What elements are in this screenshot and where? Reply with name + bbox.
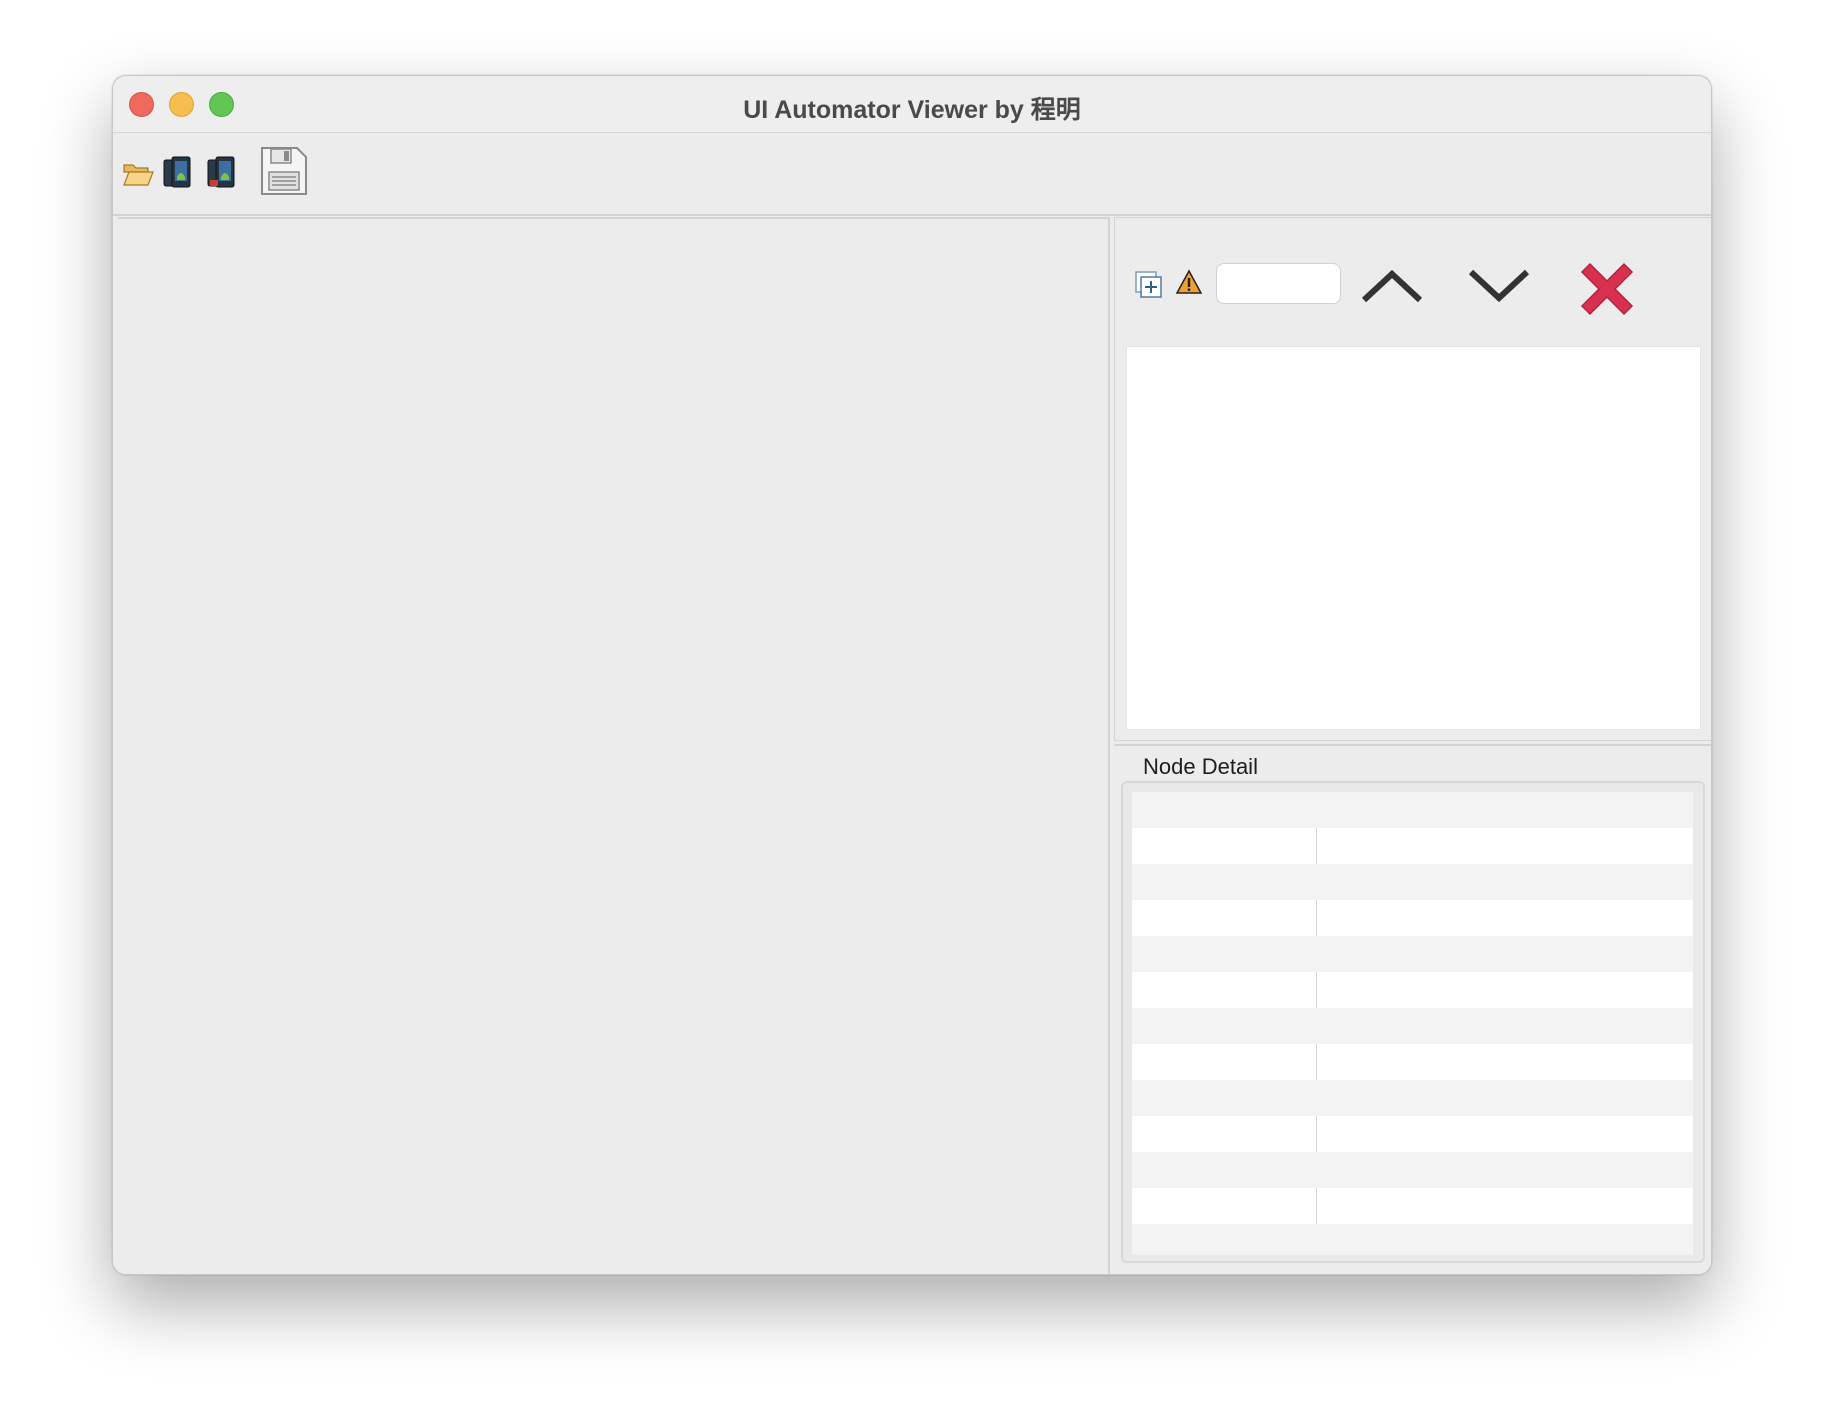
table-row[interactable] (1132, 1116, 1693, 1152)
table-row[interactable] (1132, 900, 1693, 936)
clear-x-icon[interactable] (1576, 258, 1638, 320)
expand-all-icon[interactable] (1135, 271, 1163, 299)
warning-icon[interactable] (1176, 269, 1202, 295)
table-row[interactable] (1132, 1008, 1693, 1044)
open-folder-icon[interactable] (122, 159, 154, 187)
table-row[interactable] (1132, 936, 1693, 972)
table-row[interactable] (1132, 792, 1693, 828)
table-row[interactable] (1132, 972, 1693, 1008)
chevron-down-icon[interactable] (1467, 266, 1531, 306)
title-bar: UI Automator Viewer by 程明 (113, 76, 1711, 133)
node-detail-table[interactable] (1132, 792, 1693, 1255)
android-device-screenshot-compressed-icon[interactable] (207, 154, 241, 190)
hierarchy-panel (1114, 217, 1711, 741)
app-window: UI Automator Viewer by 程明 Node Detail (112, 75, 1712, 1275)
table-row[interactable] (1132, 828, 1693, 864)
table-row[interactable] (1132, 1224, 1693, 1255)
toolbar (113, 136, 1711, 216)
hierarchy-tree[interactable] (1126, 346, 1701, 730)
table-row[interactable] (1132, 1080, 1693, 1116)
floppy-disk-save-icon[interactable] (259, 145, 309, 197)
node-detail-panel: Node Detail (1114, 744, 1711, 1274)
node-detail-title: Node Detail (1143, 754, 1258, 779)
node-detail-table-frame (1121, 781, 1705, 1263)
table-row[interactable] (1132, 1044, 1693, 1080)
search-toolbar (1115, 218, 1711, 338)
table-row[interactable] (1132, 864, 1693, 900)
android-device-screenshot-icon[interactable] (163, 154, 197, 190)
window-title: UI Automator Viewer by 程明 (743, 96, 1081, 124)
chevron-up-icon[interactable] (1360, 266, 1424, 306)
table-row[interactable] (1132, 1152, 1693, 1188)
search-input[interactable] (1216, 263, 1341, 304)
screenshot-canvas[interactable] (118, 217, 1110, 1274)
table-row[interactable] (1132, 1188, 1693, 1224)
